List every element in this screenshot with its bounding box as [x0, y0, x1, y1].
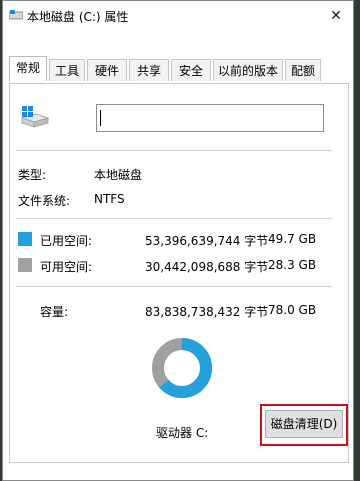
window-title: 本地磁盘 (C:) 属性	[27, 10, 129, 24]
free-space-size: 28.3 GB	[268, 258, 317, 272]
tab-general[interactable]: 常规	[9, 56, 47, 81]
close-button[interactable]: ✕	[319, 1, 353, 31]
usage-donut-chart	[152, 338, 212, 398]
used-space-size: 49.7 GB	[268, 232, 317, 246]
tab-strip: 常规 工具 硬件 共享 安全 以前的版本 配额	[9, 56, 349, 83]
drive-icon-small	[9, 10, 23, 20]
title-bar: 本地磁盘 (C:) 属性 ✕	[3, 1, 353, 31]
tab-quota[interactable]: 配额	[285, 59, 321, 81]
tab-sharing[interactable]: 共享	[129, 59, 169, 81]
disk-cleanup-button[interactable]: 磁盘清理(D)	[265, 410, 343, 438]
tab-hardware[interactable]: 硬件	[87, 59, 127, 81]
tab-security[interactable]: 安全	[171, 59, 211, 81]
filesystem-value: NTFS	[94, 192, 125, 206]
text-caret	[100, 110, 101, 126]
tab-previous-versions[interactable]: 以前的版本	[213, 59, 283, 81]
volume-name-input[interactable]	[96, 104, 324, 132]
free-space-bytes: 30,442,098,688 字节	[145, 260, 269, 274]
drive-label: 驱动器 C:	[156, 426, 209, 440]
free-space-swatch	[18, 258, 32, 272]
capacity-label: 容量:	[40, 305, 69, 319]
tab-tools[interactable]: 工具	[49, 59, 85, 81]
free-space-label: 可用空间:	[40, 260, 93, 274]
used-space-swatch	[18, 232, 32, 246]
filesystem-label: 文件系统:	[18, 194, 71, 208]
separator	[16, 150, 332, 151]
capacity-bytes: 83,838,738,432 字节	[145, 305, 269, 319]
type-value: 本地磁盘	[94, 168, 143, 182]
separator	[16, 286, 332, 287]
capacity-size: 78.0 GB	[268, 303, 317, 317]
used-space-label: 已用空间:	[40, 234, 93, 248]
hard-drive-icon	[20, 106, 50, 128]
separator	[16, 218, 332, 219]
type-label: 类型:	[18, 168, 47, 182]
used-space-bytes: 53,396,639,744 字节	[145, 234, 269, 248]
